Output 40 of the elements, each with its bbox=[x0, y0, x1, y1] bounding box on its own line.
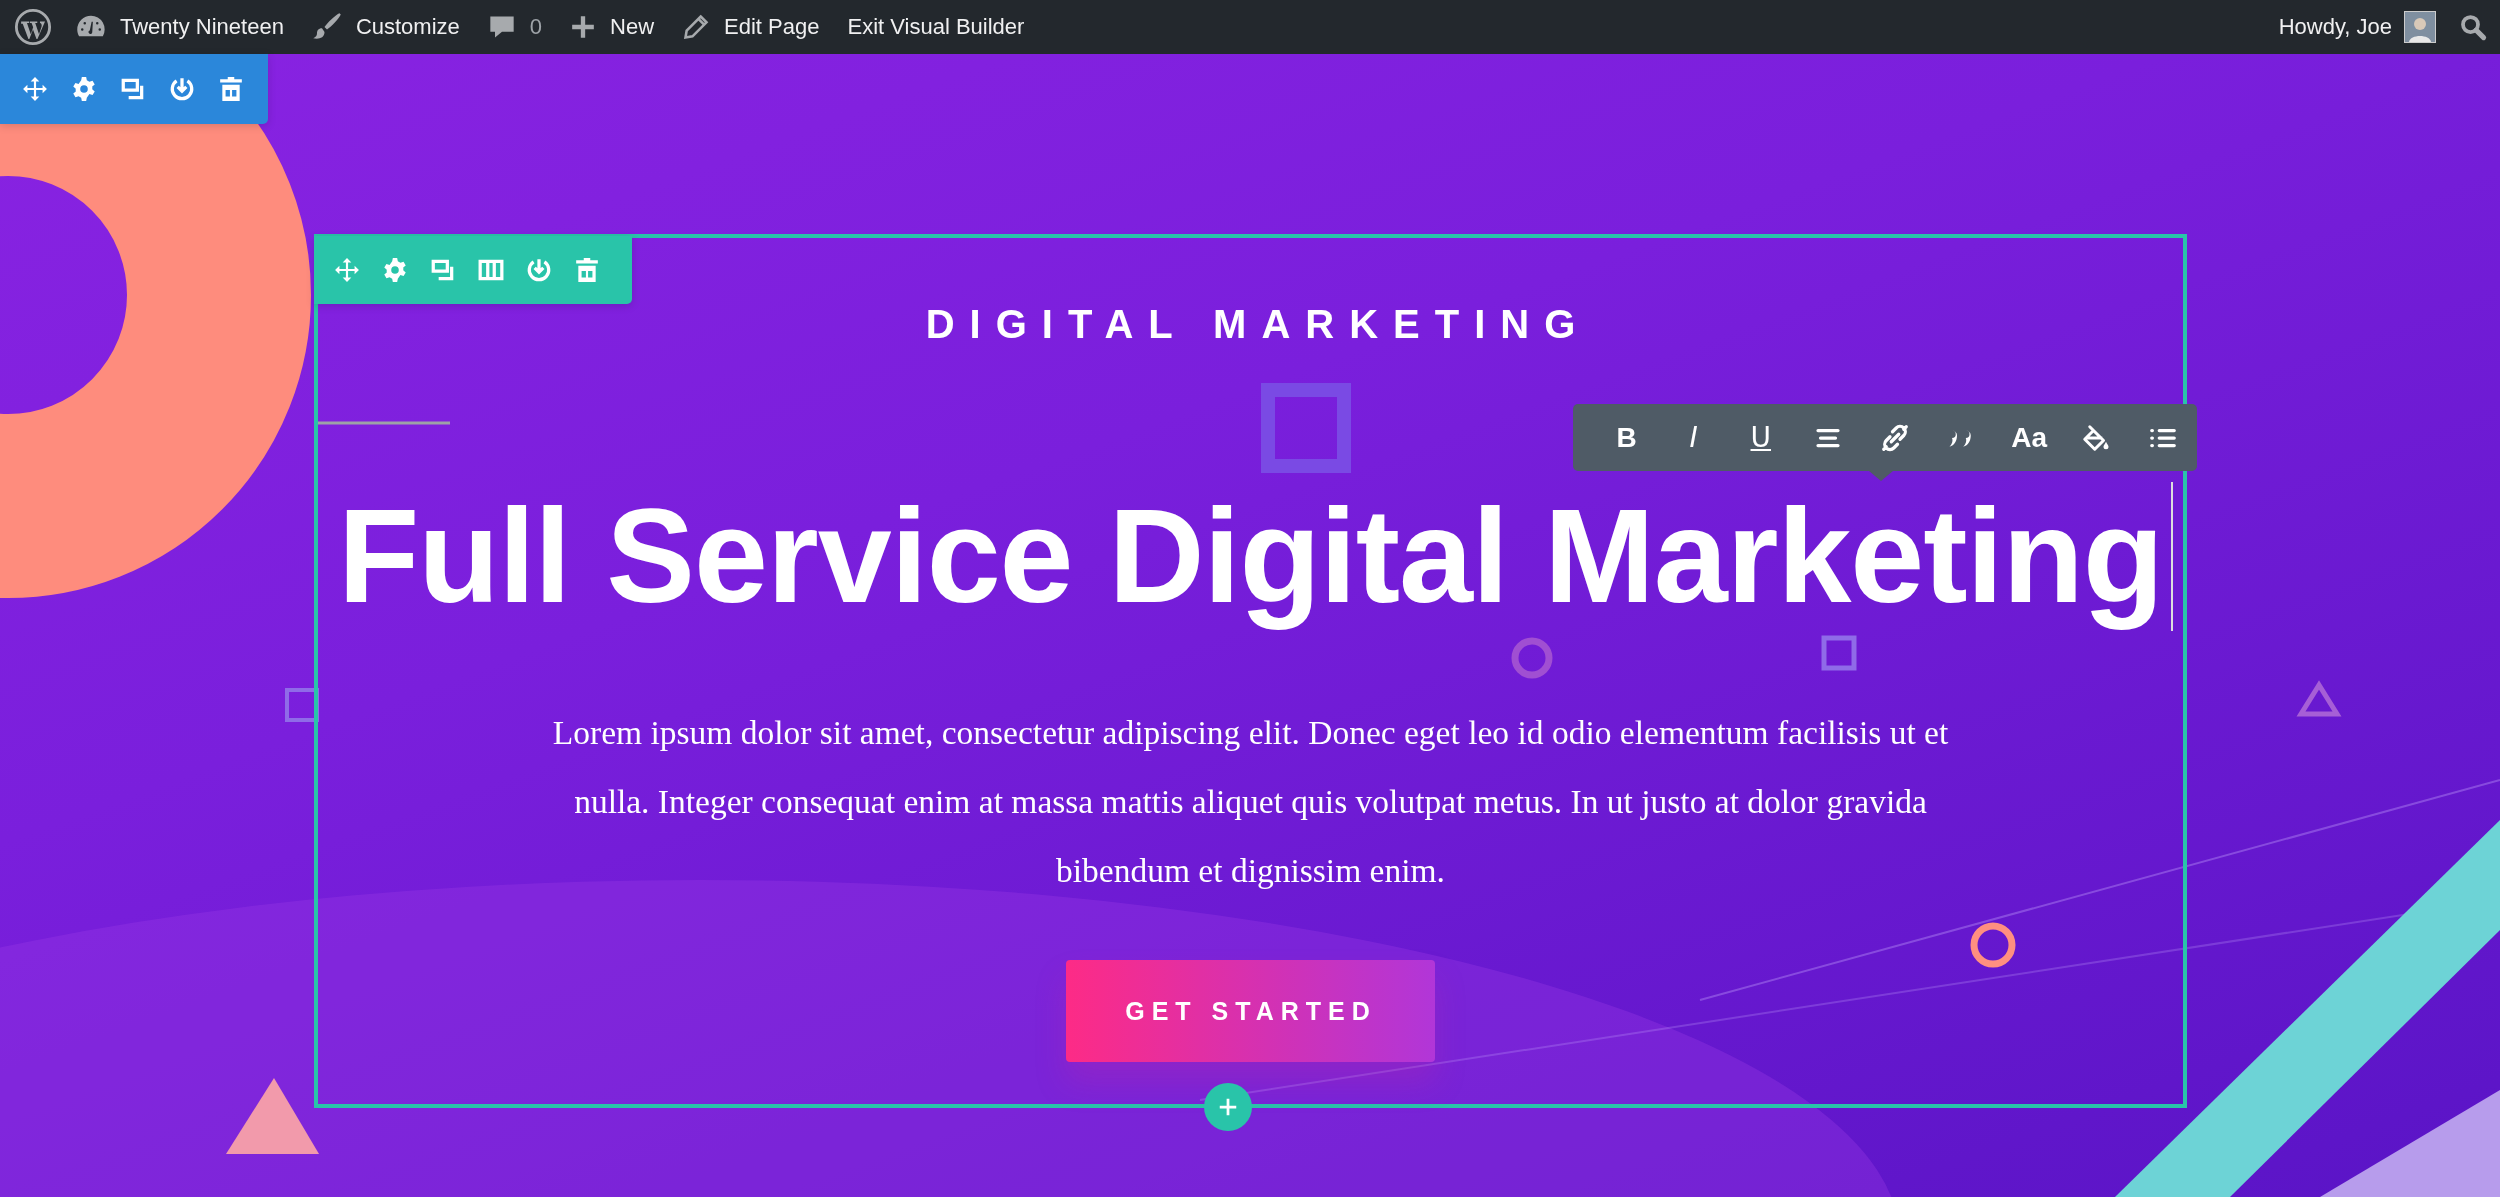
settings-icon[interactable] bbox=[382, 257, 408, 283]
triangle-shape bbox=[2296, 680, 2342, 717]
circle-shape bbox=[1970, 922, 2016, 968]
square-shape bbox=[1821, 635, 1857, 671]
brush-icon bbox=[311, 12, 342, 42]
search-icon[interactable] bbox=[2458, 12, 2488, 42]
pencil-icon bbox=[682, 13, 711, 41]
plus-icon bbox=[1217, 1096, 1239, 1118]
eyebrow-heading: DIGITAL MARKETING bbox=[924, 301, 1591, 348]
wordpress-logo-icon[interactable] bbox=[14, 8, 52, 46]
plus-icon bbox=[570, 14, 597, 40]
new-link[interactable]: New bbox=[556, 0, 669, 54]
duplicate-icon[interactable] bbox=[430, 257, 456, 283]
duplicate-icon[interactable] bbox=[120, 76, 146, 102]
link-icon[interactable] bbox=[1880, 422, 1910, 453]
delete-icon[interactable] bbox=[218, 76, 244, 102]
font-size-button[interactable]: Aa bbox=[2011, 422, 2048, 453]
add-module-button[interactable] bbox=[1204, 1083, 1252, 1131]
bold-button[interactable]: B bbox=[1616, 422, 1637, 453]
italic-button[interactable]: I bbox=[1689, 422, 1698, 453]
avatar-icon bbox=[2404, 11, 2436, 43]
delete-icon[interactable] bbox=[574, 257, 600, 283]
move-icon[interactable] bbox=[22, 76, 48, 102]
square-shape bbox=[285, 688, 319, 722]
move-icon[interactable] bbox=[334, 257, 360, 283]
get-started-button[interactable]: GET STARTED bbox=[1066, 960, 1435, 1062]
underline-button[interactable]: U bbox=[1750, 422, 1771, 453]
page-title: Full Service Digital Marketing bbox=[337, 482, 2164, 631]
customize-link[interactable]: Customize bbox=[297, 0, 474, 54]
columns-icon[interactable] bbox=[478, 257, 504, 283]
exit-builder-link[interactable]: Exit Visual Builder bbox=[833, 0, 1039, 54]
intro-paragraph: Lorem ipsum dolor sit amet, consectetur adipiscing elit. Donec eget leo id odio elementum facilisis ut et nulla. Integer consequat enim at massa mattis aliquet quis volutpat metus. In ut justo at dolor gravida bibendum et dignissim enim. bbox=[551, 713, 1950, 891]
edit-page-link[interactable]: Edit Page bbox=[668, 0, 834, 54]
comments-link[interactable]: 0 bbox=[473, 0, 557, 54]
site-name-link[interactable]: Twenty Nineteen bbox=[62, 0, 298, 54]
circle-shape bbox=[1511, 637, 1553, 679]
settings-icon[interactable] bbox=[71, 76, 97, 102]
save-icon[interactable] bbox=[169, 76, 195, 102]
save-icon[interactable] bbox=[526, 257, 552, 283]
account-menu[interactable]: Howdy, Joe bbox=[2264, 0, 2450, 54]
